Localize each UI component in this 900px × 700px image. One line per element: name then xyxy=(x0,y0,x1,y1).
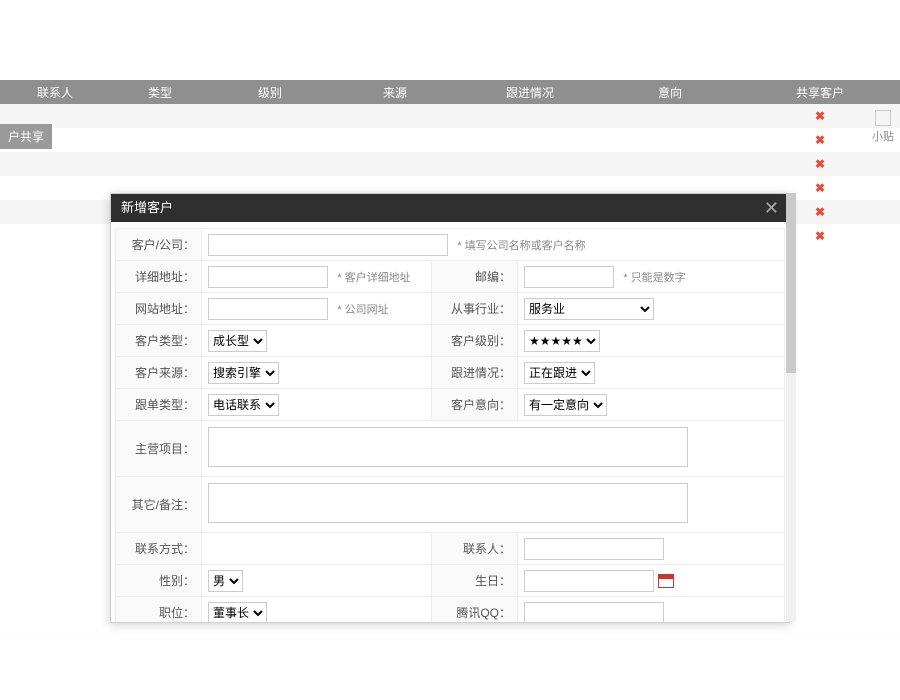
label-gender: 性别 xyxy=(159,574,195,588)
form-table: 客户/公司 填写公司名称或客户名称 详细地址 客户详细地址 邮编 只能是数字 xyxy=(115,228,785,622)
hint-company: 填写公司名称或客户名称 xyxy=(451,240,585,252)
clevel-select[interactable]: ★★★★★ xyxy=(524,330,600,352)
tip-label: 小贴 xyxy=(872,131,894,143)
label-postcode: 邮编 xyxy=(475,270,511,284)
intent-select[interactable]: 有一定意向 xyxy=(524,394,607,416)
address-input[interactable] xyxy=(208,266,328,288)
label-position: 职位 xyxy=(159,606,195,620)
fade-overlay xyxy=(0,620,900,700)
contactperson-input[interactable] xyxy=(524,538,664,560)
label-address: 详细地址 xyxy=(135,270,195,284)
tab-share[interactable]: 户共享 xyxy=(0,124,52,149)
hint-website: 公司网址 xyxy=(331,304,388,316)
label-intent: 客户意向 xyxy=(451,398,511,412)
label-industry: 从事行业 xyxy=(451,302,511,316)
table-row: ✖ xyxy=(0,104,900,128)
delete-icon[interactable]: ✖ xyxy=(815,157,825,171)
gender-select[interactable]: 男 xyxy=(208,570,243,592)
add-customer-dialog: 新增客户 ✕ 客户/公司 填写公司名称或客户名称 详细地址 客户详细地址 邮编 xyxy=(110,193,790,623)
close-icon[interactable]: ✕ xyxy=(764,199,779,217)
label-followup: 跟进情况 xyxy=(451,366,511,380)
th-share: 共享客户 xyxy=(740,80,900,104)
position-select[interactable]: 董事长 xyxy=(208,602,267,623)
label-website: 网站地址 xyxy=(135,302,195,316)
label-csource: 客户来源 xyxy=(135,366,195,380)
scrollbar-thumb[interactable] xyxy=(786,193,796,373)
calendar-icon[interactable] xyxy=(658,574,674,588)
table-row: ✖ xyxy=(0,152,900,176)
label-clevel: 客户级别 xyxy=(451,334,511,348)
hint-postcode: 只能是数字 xyxy=(617,272,685,284)
th-intent: 意向 xyxy=(600,80,740,104)
label-mainbiz: 主营项目 xyxy=(135,442,195,456)
delete-icon[interactable]: ✖ xyxy=(815,109,825,123)
csource-select[interactable]: 搜索引擎 xyxy=(208,362,279,384)
label-company: 客户/公司 xyxy=(132,238,195,252)
th-follow: 跟进情况 xyxy=(460,80,600,104)
delete-icon[interactable]: ✖ xyxy=(815,205,825,219)
website-input[interactable] xyxy=(208,298,328,320)
company-input[interactable] xyxy=(208,234,448,256)
qq-input[interactable] xyxy=(524,602,664,623)
ctype-select[interactable]: 成长型 xyxy=(208,330,267,352)
th-type: 类型 xyxy=(110,80,210,104)
remark-textarea[interactable] xyxy=(208,483,688,523)
label-ordertype: 跟单类型 xyxy=(135,398,195,412)
delete-icon[interactable]: ✖ xyxy=(815,229,825,243)
label-contactway: 联系方式 xyxy=(135,542,195,556)
industry-select[interactable]: 服务业 xyxy=(524,298,654,320)
table-row: ✖ xyxy=(0,128,900,152)
mainbiz-textarea[interactable] xyxy=(208,427,688,467)
th-source: 来源 xyxy=(330,80,460,104)
dialog-header: 新增客户 ✕ xyxy=(111,194,789,222)
dialog-body: 客户/公司 填写公司名称或客户名称 详细地址 客户详细地址 邮编 只能是数字 xyxy=(111,222,789,622)
tip-box: 小贴 xyxy=(872,110,894,144)
hint-address: 客户详细地址 xyxy=(331,272,410,284)
tip-icon xyxy=(875,110,891,126)
ordertype-select[interactable]: 电话联系 xyxy=(208,394,279,416)
delete-icon[interactable]: ✖ xyxy=(815,181,825,195)
th-contact: 联系人 xyxy=(0,80,110,104)
delete-icon[interactable]: ✖ xyxy=(815,133,825,147)
label-birthday: 生日 xyxy=(475,574,511,588)
th-level: 级别 xyxy=(210,80,330,104)
label-remark: 其它/备注 xyxy=(132,498,195,512)
dialog-title: 新增客户 xyxy=(121,194,173,222)
followup-select[interactable]: 正在跟进 xyxy=(524,362,595,384)
label-contactperson: 联系人 xyxy=(463,542,511,556)
postcode-input[interactable] xyxy=(524,266,614,288)
label-ctype: 客户类型 xyxy=(135,334,195,348)
label-qq: 腾讯QQ xyxy=(456,606,511,620)
birthday-input[interactable] xyxy=(524,570,654,592)
